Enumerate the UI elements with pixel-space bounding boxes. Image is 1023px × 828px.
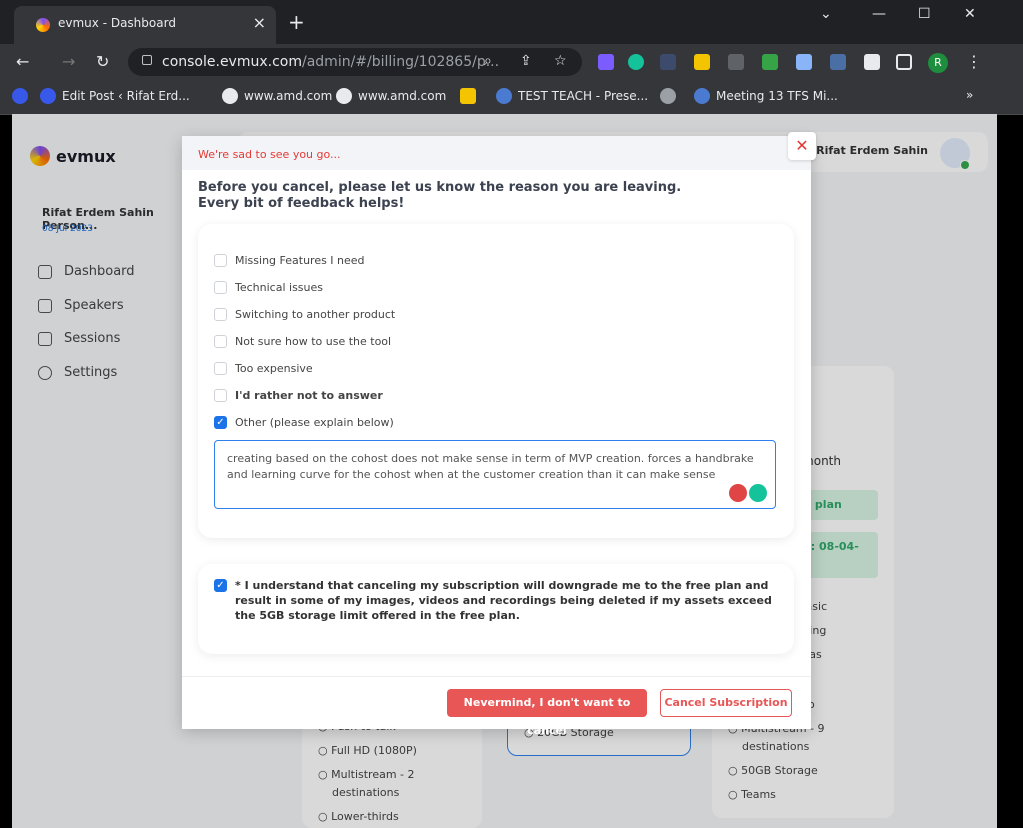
checkbox[interactable]	[214, 254, 227, 267]
teams-icon	[694, 88, 710, 104]
tab-close-icon[interactable]: ×	[253, 13, 266, 32]
grammarly-icon[interactable]	[628, 54, 644, 70]
bookmark-item[interactable]: www.amd.com	[222, 88, 332, 104]
evmux-favicon-icon	[36, 18, 50, 32]
reload-icon[interactable]: ↻	[96, 52, 109, 71]
checkbox[interactable]	[214, 281, 227, 294]
bookmark-item[interactable]: Meeting 13 TFS Mi...	[694, 88, 838, 104]
extension-icon[interactable]	[598, 54, 614, 70]
checkbox[interactable]	[214, 308, 227, 321]
extension-icon[interactable]	[728, 54, 744, 70]
wordpress-icon	[40, 88, 56, 104]
cancel-subscription-modal: We're sad to see you go... ✕ Before you …	[182, 132, 816, 737]
forward-icon[interactable]: →	[62, 52, 75, 71]
profile-avatar[interactable]: R	[928, 53, 948, 73]
extension-icon[interactable]	[660, 54, 676, 70]
side-panel-icon[interactable]	[896, 54, 912, 70]
wordpress-bookmark[interactable]	[12, 88, 28, 104]
checkbox[interactable]	[214, 362, 227, 375]
reason-card: Missing Features I need Technical issues…	[198, 224, 794, 538]
reason-option-missing-features[interactable]: Missing Features I need	[214, 254, 365, 267]
bookmark-star-icon[interactable]: ☆	[554, 53, 567, 69]
teams-icon	[496, 88, 512, 104]
reason-option-switching-product[interactable]: Switching to another product	[214, 308, 395, 321]
address-bar[interactable]: console.evmux.com/admin/#/billing/102865…	[128, 48, 582, 76]
consent-checkbox-row[interactable]: ✓ * I understand that canceling my subsc…	[214, 578, 780, 623]
cancel-subscription-button[interactable]: Cancel Subscription	[660, 689, 792, 717]
tab-search-icon[interactable]: ⌄	[820, 6, 832, 22]
modal-intro: Before you cancel, please let us know th…	[198, 180, 682, 211]
wordpress-icon	[12, 88, 28, 104]
grammarly-icon[interactable]	[749, 484, 767, 502]
keep-subscription-button[interactable]: Nevermind, I don't want to cancel	[447, 689, 647, 737]
reason-option-other[interactable]: ✓ Other (please explain below)	[214, 416, 394, 429]
bookmark-item[interactable]: Edit Post ‹ Rifat Erd...	[40, 88, 190, 104]
globe-icon	[222, 88, 238, 104]
extension-icon[interactable]	[796, 54, 812, 70]
minimize-icon[interactable]: —	[872, 6, 886, 22]
checkbox[interactable]	[214, 389, 227, 402]
bookmarks-bar: Edit Post ‹ Rifat Erd... www.amd.com www…	[0, 80, 1023, 115]
new-tab-icon[interactable]: +	[288, 10, 305, 34]
zoom-icon[interactable]: ⌕	[484, 53, 492, 69]
globe-icon	[336, 88, 352, 104]
back-icon[interactable]: ←	[16, 52, 29, 71]
lock-icon	[142, 55, 152, 65]
bookmark-item[interactable]: www.amd.com	[336, 88, 446, 104]
grammarly-suggestion-icon[interactable]	[729, 484, 747, 502]
browser-tab[interactable]: evmux - Dashboard ×	[14, 6, 276, 44]
page-content: evmux Rifat Erdem Sahin Person... 08 Jul…	[12, 114, 997, 828]
modal-title: We're sad to see you go...	[198, 148, 341, 161]
url-text: console.evmux.com/admin/#/billing/102865…	[162, 54, 500, 70]
reason-option-rather-not-answer[interactable]: I'd rather not to answer	[214, 389, 383, 402]
bookmark-item[interactable]	[460, 88, 476, 104]
browser-toolbar: ← → ↻ console.evmux.com/admin/#/billing/…	[0, 44, 1023, 80]
browser-tab-bar: evmux - Dashboard × + ⌄ — ☐ ✕	[0, 0, 1023, 44]
checkbox[interactable]	[214, 335, 227, 348]
checkbox-checked[interactable]: ✓	[214, 416, 227, 429]
tab-title: evmux - Dashboard	[58, 16, 176, 30]
window-close-icon[interactable]: ✕	[964, 6, 976, 22]
maximize-icon[interactable]: ☐	[918, 6, 931, 22]
modal-header: We're sad to see you go...	[182, 136, 811, 170]
other-reason-textarea[interactable]: creating based on the cohost does not ma…	[214, 440, 776, 509]
browser-menu-icon[interactable]: ⋮	[966, 52, 982, 71]
share-icon[interactable]: ⇪	[520, 53, 532, 69]
miro-icon	[460, 88, 476, 104]
miro-icon[interactable]	[694, 54, 710, 70]
reason-option-not-sure-how[interactable]: Not sure how to use the tool	[214, 335, 391, 348]
consent-text: * I understand that canceling my subscri…	[235, 579, 772, 622]
modal-body: Before you cancel, please let us know th…	[182, 170, 811, 676]
bookmark-item[interactable]: TEST TEACH - Prese...	[496, 88, 648, 104]
bookmarks-overflow-icon[interactable]: »	[966, 88, 973, 102]
checkbox-checked[interactable]: ✓	[214, 579, 227, 592]
bookmark-icon	[660, 88, 676, 104]
modal-footer: Nevermind, I don't want to cancel Cancel…	[182, 676, 811, 737]
reason-option-too-expensive[interactable]: Too expensive	[214, 362, 313, 375]
consent-card: ✓ * I understand that canceling my subsc…	[198, 564, 794, 654]
extension-icon[interactable]	[830, 54, 846, 70]
bookmark-item[interactable]	[660, 88, 676, 104]
extensions-puzzle-icon[interactable]	[864, 54, 880, 70]
reason-option-technical-issues[interactable]: Technical issues	[214, 281, 323, 294]
close-icon[interactable]: ✕	[788, 132, 816, 160]
extension-icon[interactable]	[762, 54, 778, 70]
